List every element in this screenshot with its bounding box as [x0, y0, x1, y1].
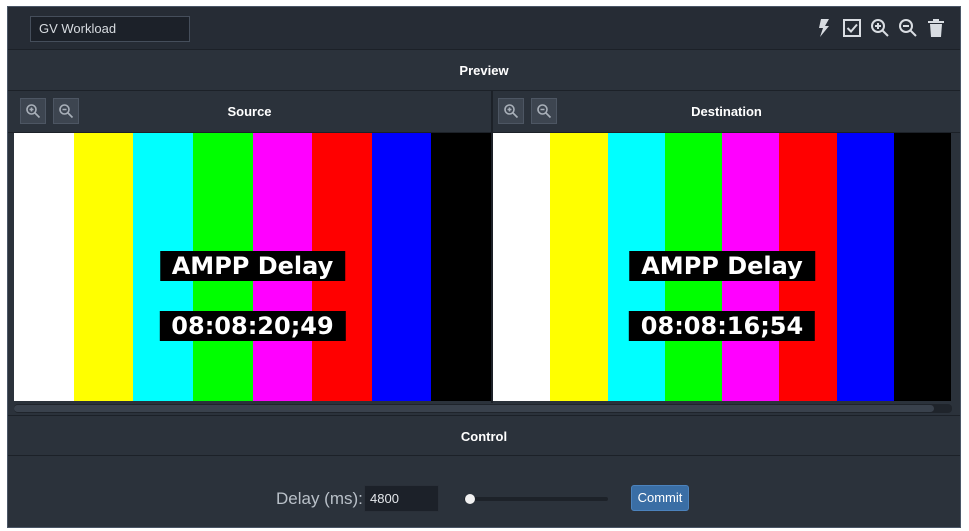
source-video-preview: AMPP Delay 08:08:20;49: [14, 133, 491, 401]
color-bar-yellow: [550, 133, 608, 401]
color-bar-black: [893, 133, 951, 401]
color-bar-blue: [836, 133, 894, 401]
color-bar-yellow: [73, 133, 134, 401]
source-pane-header: Source: [8, 91, 491, 133]
workload-panel: GV Workload Preview Source Destination A…: [7, 6, 961, 528]
workload-title-field[interactable]: GV Workload: [30, 16, 190, 42]
source-timecode: 08:08:20;49: [159, 311, 346, 341]
preview-heading: Preview: [8, 50, 960, 91]
color-bar-black: [431, 133, 491, 401]
destination-zoom-out-button[interactable]: [531, 98, 557, 124]
zoom-in-icon: [26, 104, 41, 119]
destination-timecode: 08:08:16;54: [628, 311, 816, 341]
zoom-out-icon: [537, 104, 552, 119]
preview-scrollbar[interactable]: [14, 404, 952, 413]
zoom-out-icon[interactable]: [898, 17, 918, 39]
source-title: Source: [227, 104, 272, 119]
color-bar-blue: [371, 133, 432, 401]
lightning-icon[interactable]: [814, 17, 834, 39]
delay-slider-track[interactable]: [464, 497, 608, 501]
zoom-in-icon: [504, 104, 519, 119]
destination-pane-header: Destination: [493, 91, 960, 133]
trash-icon[interactable]: [926, 17, 946, 39]
control-row: Delay (ms): 4800 Commit: [8, 457, 960, 527]
scrollbar-thumb[interactable]: [14, 405, 934, 412]
destination-video-preview: AMPP Delay 08:08:16;54: [493, 133, 951, 401]
source-zoom-out-button[interactable]: [53, 98, 79, 124]
destination-overlay-title: AMPP Delay: [629, 251, 815, 281]
commit-button[interactable]: Commit: [631, 485, 689, 511]
checkbox-icon[interactable]: [842, 17, 862, 39]
color-bar-white: [14, 133, 74, 401]
delay-slider-thumb[interactable]: [464, 494, 475, 504]
zoom-out-icon: [59, 104, 74, 119]
destination-title: Destination: [691, 104, 762, 119]
toolbar: [814, 17, 946, 39]
color-bar-white: [493, 133, 551, 401]
control-heading: Control: [8, 415, 960, 456]
destination-zoom-in-button[interactable]: [498, 98, 524, 124]
delay-label: Delay (ms):: [276, 489, 363, 508]
zoom-in-icon[interactable]: [870, 17, 890, 39]
delay-input[interactable]: 4800: [364, 485, 439, 512]
top-bar: GV Workload: [8, 7, 960, 50]
source-overlay-title: AMPP Delay: [159, 251, 346, 281]
source-zoom-in-button[interactable]: [20, 98, 46, 124]
